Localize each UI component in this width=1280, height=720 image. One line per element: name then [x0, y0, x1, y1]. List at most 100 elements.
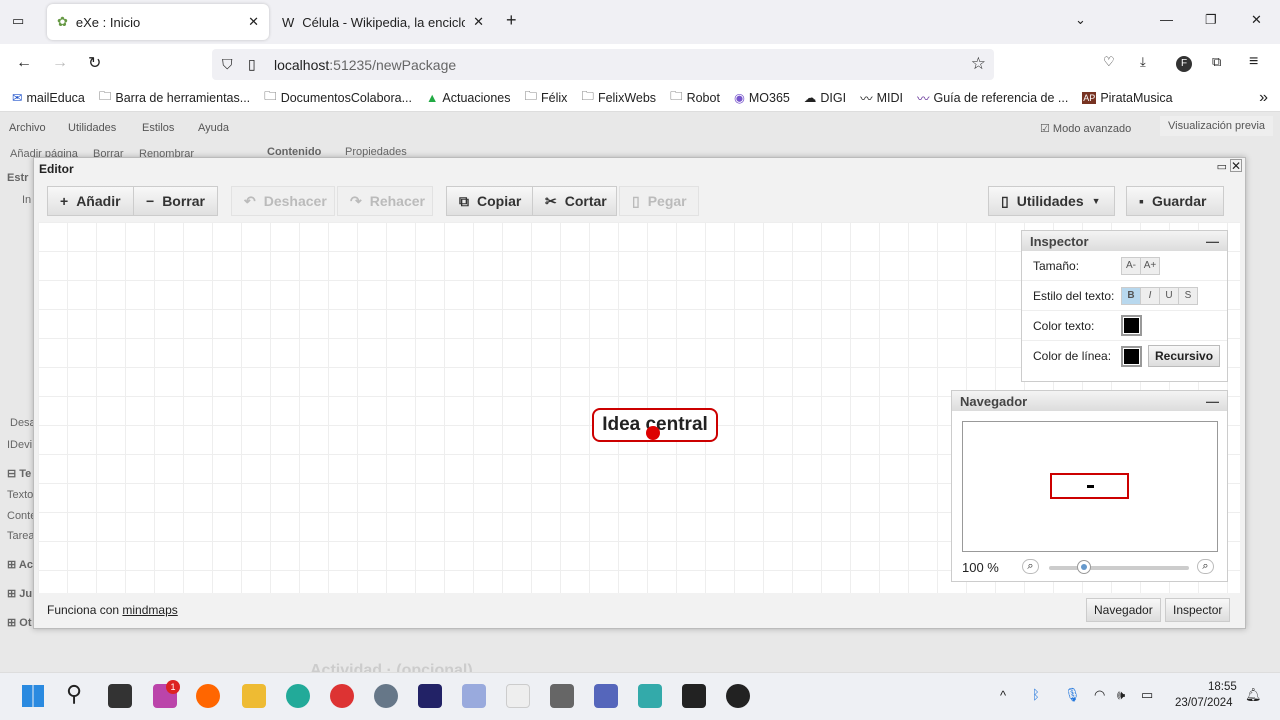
font-smaller-button[interactable]: A- — [1121, 256, 1141, 275]
underline-button[interactable]: U — [1159, 286, 1179, 305]
bookmark-actuaciones[interactable]: ▲ Actuaciones — [426, 91, 510, 105]
bookmark-folder[interactable]: 🗀 DocumentosColabora... — [264, 87, 412, 108]
strikethrough-button[interactable]: S — [1178, 286, 1198, 305]
wifi-icon[interactable]: ◠ — [1094, 687, 1105, 703]
gimp-icon[interactable] — [550, 684, 574, 708]
task-view-icon[interactable] — [108, 684, 132, 708]
edge-icon[interactable] — [286, 684, 310, 708]
settings-icon[interactable] — [374, 684, 398, 708]
app-icon[interactable] — [682, 684, 706, 708]
battery-icon[interactable]: ▭ — [1141, 687, 1153, 703]
font-larger-button[interactable]: A+ — [1140, 256, 1160, 275]
mindmaps-link[interactable]: mindmaps — [122, 603, 177, 617]
bg-fragment: Estr — [7, 172, 29, 184]
edu-icon[interactable] — [638, 684, 662, 708]
navigator-toggle-button[interactable]: Navegador — [1086, 598, 1161, 622]
teams-icon[interactable] — [594, 684, 618, 708]
add-button[interactable]: + Añadir — [47, 186, 134, 216]
tab-wikipedia[interactable]: W Célula - Wikipedia, la enciclope ✕ — [272, 4, 494, 40]
menu-utilidades[interactable]: Utilidades — [68, 122, 116, 134]
text-color-swatch[interactable] — [1121, 315, 1142, 336]
menu-ayuda[interactable]: Ayuda — [198, 122, 229, 134]
bold-button[interactable]: B — [1121, 286, 1141, 305]
save-button[interactable]: ▪ Guardar — [1126, 186, 1224, 216]
profile-avatar[interactable]: F — [1176, 56, 1192, 72]
redo-button[interactable]: ↷ Rehacer — [337, 186, 433, 216]
preview-button[interactable]: Visualización previa — [1160, 116, 1274, 136]
menu-estilos[interactable]: Estilos — [142, 122, 174, 134]
bookmark-folder[interactable]: 🗀 FelixWebs — [581, 87, 656, 108]
reload-icon[interactable]: ↻ — [88, 53, 101, 73]
zoom-slider-thumb[interactable] — [1077, 560, 1091, 574]
back-icon[interactable]: ← — [16, 54, 32, 72]
bookmark-guia[interactable]: 〰 Guía de referencia de ... — [917, 88, 1068, 107]
delete-button[interactable]: − Borrar — [133, 186, 218, 216]
advanced-mode-checkbox[interactable]: ☑ Modo avanzado — [1040, 122, 1131, 135]
zoom-out-icon[interactable]: ⌕ — [1022, 559, 1039, 574]
paste-button[interactable]: ▯ Pegar — [619, 186, 699, 216]
more-bookmarks-icon[interactable]: » — [1259, 89, 1268, 107]
start-icon[interactable] — [22, 685, 44, 707]
bookmark-piratamusica[interactable]: AP PirataMusica — [1082, 91, 1173, 105]
collapse-icon[interactable]: — — [1206, 234, 1219, 249]
bookmark-mo365[interactable]: ◉ MO365 — [734, 90, 790, 106]
navigator-preview[interactable] — [962, 421, 1218, 552]
undo-button[interactable]: ↶ Deshacer — [231, 186, 335, 216]
microphone-icon[interactable]: 🎙 — [1064, 687, 1081, 703]
maximize-icon[interactable]: ▭ — [1217, 160, 1227, 173]
copy-button[interactable]: ⧉ Copiar — [446, 186, 533, 216]
app-icon[interactable] — [506, 684, 530, 708]
chrome-icon[interactable] — [330, 684, 354, 708]
minus-icon: − — [146, 193, 155, 209]
forward-icon[interactable]: → — [52, 54, 68, 72]
audition-icon[interactable] — [418, 684, 442, 708]
node-drag-handle[interactable] — [646, 426, 660, 440]
bookmark-midi[interactable]: 〰 MIDI — [860, 88, 903, 107]
line-color-swatch[interactable] — [1121, 345, 1142, 367]
zoom-in-icon[interactable]: ⌕ — [1197, 559, 1214, 574]
bookmark-folder[interactable]: 🗀 Félix — [525, 87, 568, 108]
bookmark-mailEduca[interactable]: ✉ mailEduca — [12, 90, 85, 106]
pocket-icon[interactable]: ♡ — [1103, 54, 1115, 70]
minimize-icon[interactable]: — — [1160, 12, 1173, 27]
menu-icon[interactable]: ≡ — [1249, 53, 1258, 71]
bookmark-folder[interactable]: 🗀 Robot — [670, 87, 720, 108]
extensions-icon[interactable]: ⧉ — [1212, 54, 1221, 70]
tab-list-icon[interactable]: ▭ — [12, 13, 24, 29]
bookmark-star-icon[interactable]: ☆ — [971, 54, 986, 74]
close-tab-icon[interactable]: ✕ — [473, 14, 484, 30]
volume-icon[interactable]: 🕪 — [1117, 687, 1125, 703]
recursive-button[interactable]: Recursivo — [1148, 345, 1221, 367]
zoom-slider[interactable] — [1049, 566, 1189, 570]
utilities-button[interactable]: ▯ Utilidades ▼ — [988, 186, 1115, 216]
download-icon[interactable]: ⤓ — [1140, 54, 1146, 70]
obs-icon[interactable] — [726, 684, 750, 708]
wikipedia-favicon-icon: W — [282, 14, 295, 30]
clock-date[interactable]: 23/07/2024 — [1175, 697, 1233, 709]
tab-exe[interactable]: ✿ eXe : Inicio ✕ — [47, 4, 269, 40]
close-icon[interactable]: ✕ — [1230, 159, 1242, 172]
bg-fragment: In — [22, 194, 32, 206]
restore-icon[interactable]: ❐ — [1205, 12, 1217, 28]
bookmark-folder[interactable]: 🗀 Barra de herramientas... — [99, 87, 250, 108]
app-icon[interactable] — [462, 684, 486, 708]
shield-icon[interactable]: ⛉ — [222, 56, 233, 73]
inspector-toggle-button[interactable]: Inspector — [1165, 598, 1231, 622]
search-icon[interactable]: ⚲ — [66, 681, 82, 707]
bluetooth-icon[interactable]: ᛒ — [1032, 687, 1040, 702]
italic-button[interactable]: I — [1140, 286, 1160, 305]
tray-chevron-icon[interactable]: ^ — [1000, 688, 1006, 703]
close-window-icon[interactable]: ✕ — [1251, 12, 1262, 28]
menu-archivo[interactable]: Archivo — [9, 122, 46, 134]
notifications-icon[interactable]: 🔔︎ — [1245, 687, 1262, 703]
close-tab-icon[interactable]: ✕ — [248, 14, 259, 30]
clock-time[interactable]: 18:55 — [1208, 681, 1237, 693]
cut-button[interactable]: ✂ Cortar — [532, 186, 617, 216]
new-tab-icon[interactable]: + — [506, 10, 517, 31]
bookmark-digi[interactable]: ☁ DIGI — [804, 90, 846, 106]
firefox-icon[interactable] — [196, 684, 220, 708]
file-explorer-icon[interactable] — [242, 684, 266, 708]
chevron-down-icon[interactable]: ⌄ — [1075, 12, 1086, 28]
url-bar[interactable]: ⛉ ▯ localhost:51235/newPackage ☆ — [212, 49, 994, 80]
collapse-icon[interactable]: — — [1206, 394, 1219, 409]
